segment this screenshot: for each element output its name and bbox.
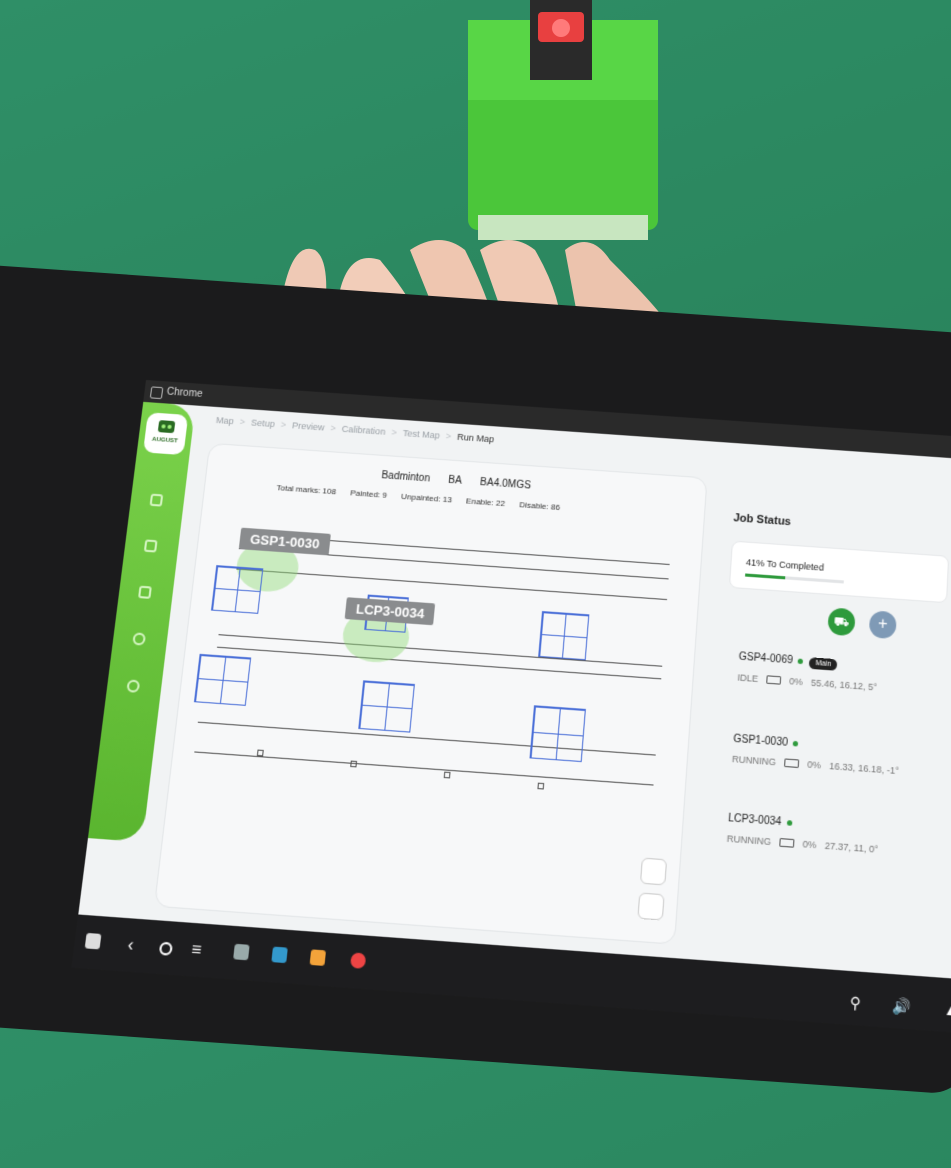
crumb-setup[interactable]: Setup: [251, 417, 276, 429]
progress-card: 41% To Completed: [729, 541, 949, 604]
mark-tick: [257, 750, 264, 757]
crumb-calibration[interactable]: Calibration: [341, 424, 385, 437]
crumb-test-map[interactable]: Test Map: [402, 428, 440, 441]
robot-status-row[interactable]: GSP1-0030 RUNNING 0% 16.33, 16.18, -1°: [732, 733, 901, 776]
unpainted-value: 13: [442, 495, 452, 505]
help-icon[interactable]: [126, 679, 140, 693]
mark-grid[interactable]: [211, 565, 263, 614]
enable-value: 22: [496, 498, 506, 508]
battery-icon: [766, 675, 781, 684]
crumb-run-map: Run Map: [457, 432, 495, 445]
battery-icon: [779, 838, 794, 848]
app-icon[interactable]: [310, 949, 326, 966]
status-dot: [793, 741, 799, 747]
job-status-panel: Job Status 41% To Completed ⛟ + GSP4-006…: [700, 512, 951, 1036]
mark-tick: [350, 761, 357, 768]
fullscreen-button[interactable]: [637, 892, 664, 920]
map-icon[interactable]: [144, 539, 158, 552]
recents-icon[interactable]: ≡: [191, 941, 208, 958]
status-dot: [786, 820, 792, 826]
robot-state: RUNNING: [732, 754, 777, 768]
court-line: [217, 647, 661, 680]
progress-bar: [745, 573, 844, 583]
chrome-app-icon[interactable]: [350, 952, 366, 969]
robot-pose: 55.46, 16.12, 5°: [811, 677, 878, 692]
robot-state: RUNNING: [726, 833, 771, 847]
mark-grid[interactable]: [194, 654, 251, 706]
unpainted-label: Unpainted:: [401, 492, 441, 504]
crumb-preview[interactable]: Preview: [292, 420, 325, 432]
total-label: Total marks:: [276, 483, 321, 495]
job-status-title: Job Status: [733, 512, 791, 528]
logo-brand: AUGUST: [144, 436, 185, 445]
app-icon[interactable]: [271, 947, 288, 964]
settings-icon[interactable]: [132, 632, 146, 645]
map-template: BA4.0MGS: [479, 477, 531, 492]
grid-icon[interactable]: [150, 494, 164, 507]
battery-level: 0%: [802, 839, 816, 851]
mark-tick: [537, 783, 544, 790]
browser-title: Chrome: [166, 387, 203, 400]
robot-id: LCP3-0034: [728, 813, 782, 829]
screen: Chrome AUGUST Map > Setup > Preview > Calib…: [72, 380, 951, 1036]
plus-icon[interactable]: +: [869, 610, 897, 639]
map-code: BA: [448, 475, 463, 487]
mark-tick: [444, 772, 451, 779]
status-dot: [798, 659, 803, 665]
enable-label: Enable:: [466, 496, 494, 507]
robot-icon[interactable]: [138, 586, 152, 599]
battery-icon: [784, 758, 799, 768]
disable-value: 86: [551, 502, 561, 512]
search-icon[interactable]: ⚲: [849, 993, 861, 1013]
robot-id: GSP1-0030: [733, 733, 788, 749]
mark-grid[interactable]: [358, 680, 415, 732]
home-icon[interactable]: [159, 942, 173, 956]
total-value: 108: [322, 486, 337, 496]
layers-button[interactable]: [640, 857, 667, 885]
robot-pose: 27.37, 11, 0°: [825, 840, 879, 855]
apps-icon[interactable]: [85, 933, 102, 950]
battery-level: 0%: [789, 676, 803, 687]
map-sport: Badminton: [381, 470, 431, 485]
back-icon[interactable]: ‹: [127, 936, 144, 953]
robot-state: IDLE: [737, 672, 758, 684]
robot-id: GSP4-0069: [738, 651, 793, 666]
truck-icon[interactable]: ⛟: [827, 607, 855, 636]
mark-grid[interactable]: [538, 611, 589, 660]
wifi-icon[interactable]: ▲: [943, 1000, 951, 1020]
main-badge: Main: [809, 657, 838, 671]
progress-text: 41% To Completed: [746, 557, 824, 573]
progress-fill: [745, 573, 786, 579]
crumb-map[interactable]: Map: [216, 415, 235, 426]
mark-grid[interactable]: [529, 705, 585, 762]
robot-status-row[interactable]: LCP3-0034 RUNNING 0% 27.37, 11, 0°: [726, 813, 879, 855]
court-line: [198, 722, 656, 756]
app-logo: AUGUST: [143, 412, 188, 455]
app-icon[interactable]: [233, 944, 250, 961]
battery-level: 0%: [807, 759, 821, 771]
court-line: [194, 751, 653, 785]
robot-pose: 16.33, 16.18, -1°: [829, 761, 899, 777]
painted-value: 9: [382, 490, 387, 499]
tablet: Chrome AUGUST Map > Setup > Preview > Calib…: [0, 340, 951, 1168]
chrome-icon: [150, 386, 164, 399]
marking-robot: [468, 0, 658, 240]
painted-label: Painted:: [350, 488, 381, 499]
robot-status-row[interactable]: GSP4-0069 Main IDLE 0% 55.46, 16.12, 5°: [737, 651, 878, 692]
system-tray: ⚲ 🔊 ▲: [849, 993, 951, 1020]
map-panel: Badminton BA BA4.0MGS Total marks: 108 P…: [154, 443, 708, 945]
disable-label: Disable:: [519, 500, 549, 511]
robot-logo-icon: [158, 420, 176, 433]
volume-icon[interactable]: 🔊: [892, 997, 912, 1017]
